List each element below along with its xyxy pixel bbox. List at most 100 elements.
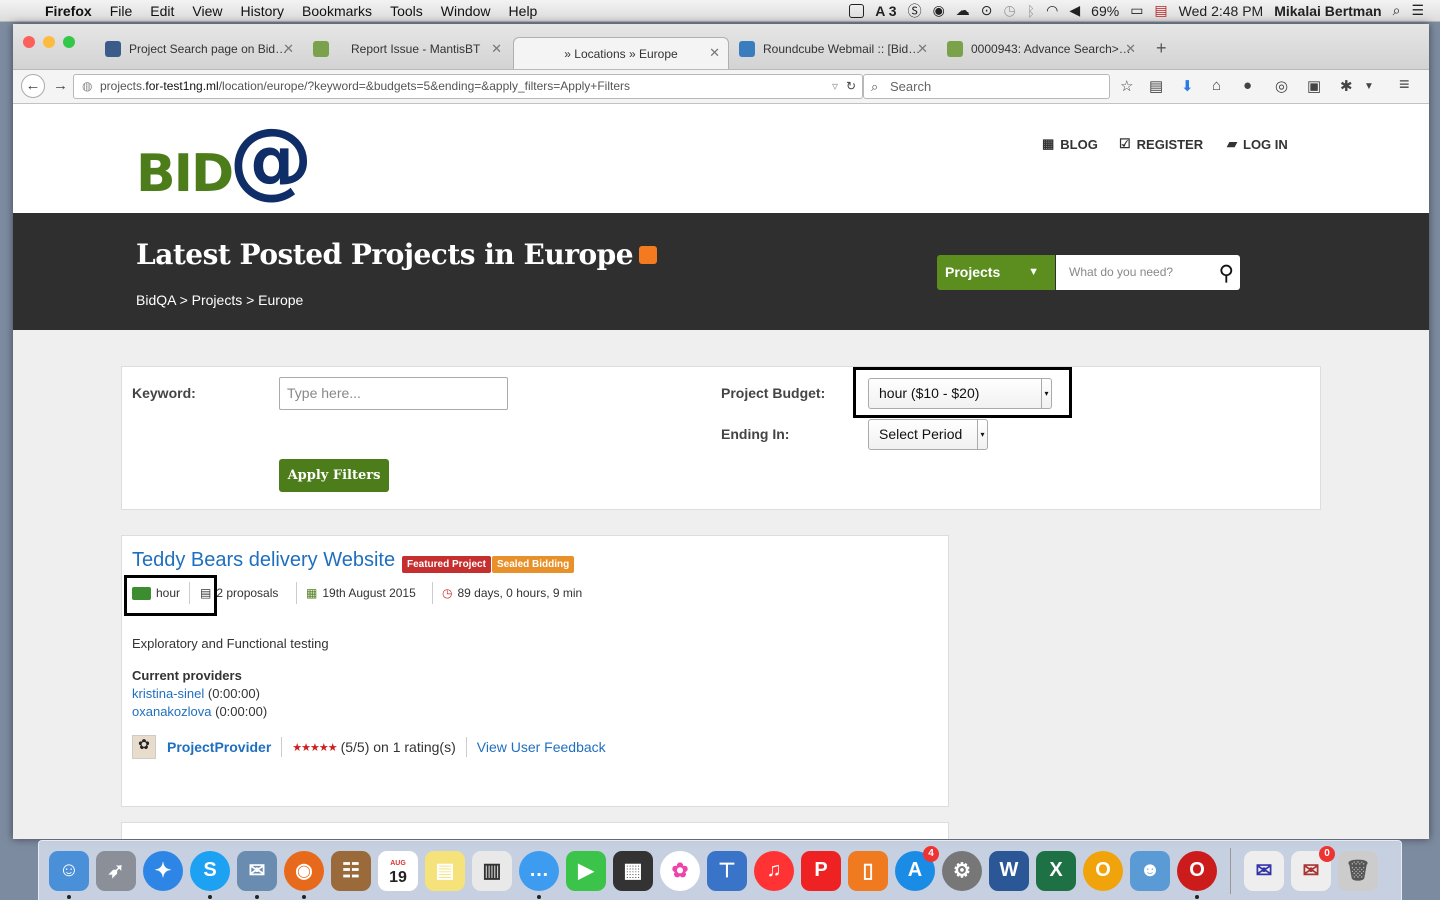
tab-close-icon[interactable]: ✕: [709, 45, 720, 61]
photos-icon[interactable]: ✿: [660, 850, 700, 891]
pdf-reader-icon[interactable]: P: [801, 850, 841, 891]
mail-stamp-icon[interactable]: ✉: [237, 850, 277, 899]
site-identity-icon[interactable]: ◍: [82, 75, 92, 98]
notification-center-icon[interactable]: ☰: [1411, 2, 1424, 19]
outlook-icon[interactable]: O: [1083, 850, 1123, 891]
browser-search-bar[interactable]: ⌕ Search: [863, 74, 1110, 99]
owner-avatar[interactable]: ✿: [132, 735, 156, 759]
opera-icon[interactable]: O: [1177, 850, 1217, 899]
messages-icon[interactable]: …: [519, 850, 559, 899]
new-tab-plus-icon[interactable]: +: [1156, 38, 1167, 59]
reload-icon[interactable]: ↻: [846, 75, 856, 98]
word-icon[interactable]: W: [989, 850, 1029, 891]
minimize-window-button[interactable]: [43, 36, 55, 48]
url-dropdown-icon[interactable]: ▿: [832, 75, 838, 98]
menu-tools[interactable]: Tools: [381, 3, 432, 19]
menu-history[interactable]: History: [231, 3, 293, 19]
provider-link[interactable]: kristina-sinel: [132, 686, 204, 701]
tab-locations-europe[interactable]: » Locations » Europe ✕: [513, 37, 729, 69]
wifi-icon[interactable]: ◠: [1046, 2, 1058, 19]
spotlight-icon[interactable]: ⌕: [1393, 2, 1401, 19]
keynote-icon[interactable]: ⊤: [707, 850, 747, 891]
projects-dropdown[interactable]: Projects ▼: [937, 255, 1055, 290]
finder-icon[interactable]: ☺: [49, 850, 89, 899]
trash-icon[interactable]: 🗑: [1338, 850, 1378, 891]
addon-firebug-icon[interactable]: ✱: [1340, 77, 1353, 95]
view-feedback-link[interactable]: View User Feedback: [477, 739, 606, 755]
tab-roundcube[interactable]: Roundcube Webmail :: [Bid… ✕: [731, 34, 936, 64]
hamburger-menu-icon[interactable]: ≡: [1399, 74, 1410, 95]
contacts-icon[interactable]: ☷: [331, 850, 371, 891]
keyword-input[interactable]: Type here...: [279, 377, 508, 410]
battery-percent[interactable]: 69%: [1091, 3, 1119, 19]
menu-edit[interactable]: Edit: [141, 3, 183, 19]
time-machine-icon[interactable]: ◷: [1004, 2, 1016, 19]
addon-globe-icon[interactable]: ◎: [1275, 77, 1288, 95]
rss-icon[interactable]: [639, 245, 658, 264]
site-search-input[interactable]: What do you need? ⚲: [1056, 255, 1240, 290]
project-title-link[interactable]: Teddy Bears delivery Website: [132, 549, 395, 572]
menu-app-name[interactable]: Firefox: [36, 3, 101, 19]
document-folder-icon[interactable]: ✉: [1244, 850, 1284, 891]
tab-close-icon[interactable]: ✕: [491, 41, 502, 57]
photo-booth-icon[interactable]: ▦: [613, 850, 653, 891]
menu-view[interactable]: View: [183, 3, 231, 19]
flag-icon[interactable]: ▤: [1154, 2, 1167, 19]
provider-link[interactable]: oxanakozlova: [132, 704, 212, 719]
home-icon[interactable]: ⌂: [1212, 77, 1221, 94]
wifi-tray-icon[interactable]: ◉: [933, 2, 945, 19]
skype-status-icon[interactable]: Ⓢ: [908, 1, 922, 21]
adobe-status-icon[interactable]: A 3: [875, 3, 896, 19]
facetime-icon[interactable]: ▶: [566, 850, 606, 891]
menu-bookmarks[interactable]: Bookmarks: [293, 3, 381, 19]
excel-icon[interactable]: X: [1036, 850, 1076, 891]
safari-icon[interactable]: ✦: [143, 850, 183, 891]
bidqa-logo[interactable]: BID @: [136, 110, 336, 208]
addon-dropdown-icon[interactable]: ▼: [1364, 81, 1374, 92]
tab-advance-search[interactable]: 0000943: Advance Search>… ✕: [939, 34, 1144, 64]
tab-close-icon[interactable]: ✕: [1125, 41, 1136, 57]
nav-blog[interactable]: ▦ BLOG: [1042, 136, 1098, 152]
addon-screenshot-icon[interactable]: ▣: [1307, 77, 1321, 95]
menu-window[interactable]: Window: [432, 3, 500, 19]
user-name[interactable]: Mikalai Bertman: [1274, 3, 1381, 19]
lync-icon[interactable]: ☻: [1130, 850, 1170, 891]
menu-file[interactable]: File: [101, 3, 142, 19]
owner-name-link[interactable]: ProjectProvider: [167, 739, 271, 755]
skype-icon[interactable]: S: [190, 850, 230, 899]
firefox-icon[interactable]: ◉: [284, 850, 324, 899]
back-arrow-icon[interactable]: ←: [21, 74, 45, 98]
nav-login[interactable]: ▰ LOG IN: [1227, 136, 1288, 152]
url-bar[interactable]: ◍ projects.for-test1ng.ml/location/europ…: [73, 74, 863, 99]
zoom-window-button[interactable]: [63, 36, 75, 48]
forward-arrow-icon[interactable]: →: [53, 77, 68, 94]
battery-icon[interactable]: ▭: [1130, 2, 1143, 19]
calendar-icon[interactable]: AUG 19: [378, 850, 418, 891]
itunes-icon[interactable]: ♫: [754, 850, 794, 891]
apply-filters-button[interactable]: Apply Filters: [279, 459, 389, 492]
clock[interactable]: Wed 2:48 PM: [1179, 3, 1264, 19]
tab-close-icon[interactable]: ✕: [917, 41, 928, 57]
downloads-icon[interactable]: ⬇: [1181, 77, 1194, 95]
breadcrumb[interactable]: BidQA > Projects > Europe: [136, 292, 303, 308]
chat-icon[interactable]: ●: [1243, 77, 1252, 94]
tab-project-search[interactable]: Project Search page on Bid… ✕: [97, 34, 302, 64]
ibooks-icon[interactable]: ▯: [848, 850, 888, 891]
menu-help[interactable]: Help: [500, 3, 547, 19]
cloud-status-icon[interactable]: ☁: [956, 2, 970, 19]
ending-select[interactable]: Select Period ▾: [868, 419, 988, 450]
close-window-button[interactable]: [23, 36, 35, 48]
volume-icon[interactable]: ◀: [1069, 2, 1080, 19]
bluetooth-icon[interactable]: ᛒ: [1027, 3, 1035, 19]
system-preferences-icon[interactable]: ⚙: [942, 850, 982, 891]
launchpad-icon[interactable]: ➶: [96, 850, 136, 891]
magnifier-icon[interactable]: ⚲: [1219, 256, 1234, 291]
bookmark-star-icon[interactable]: ☆: [1120, 77, 1133, 95]
app-store-icon[interactable]: A4: [895, 845, 939, 891]
mail-folder-icon[interactable]: ✉ 0: [1291, 845, 1335, 891]
tab-mantis[interactable]: Report Issue - MantisBT ✕: [305, 34, 510, 64]
tab-close-icon[interactable]: ✕: [283, 41, 294, 57]
reading-list-icon[interactable]: ▤: [1149, 77, 1163, 95]
status-app-icon[interactable]: [849, 3, 865, 18]
notes-icon[interactable]: ▤: [425, 850, 465, 891]
